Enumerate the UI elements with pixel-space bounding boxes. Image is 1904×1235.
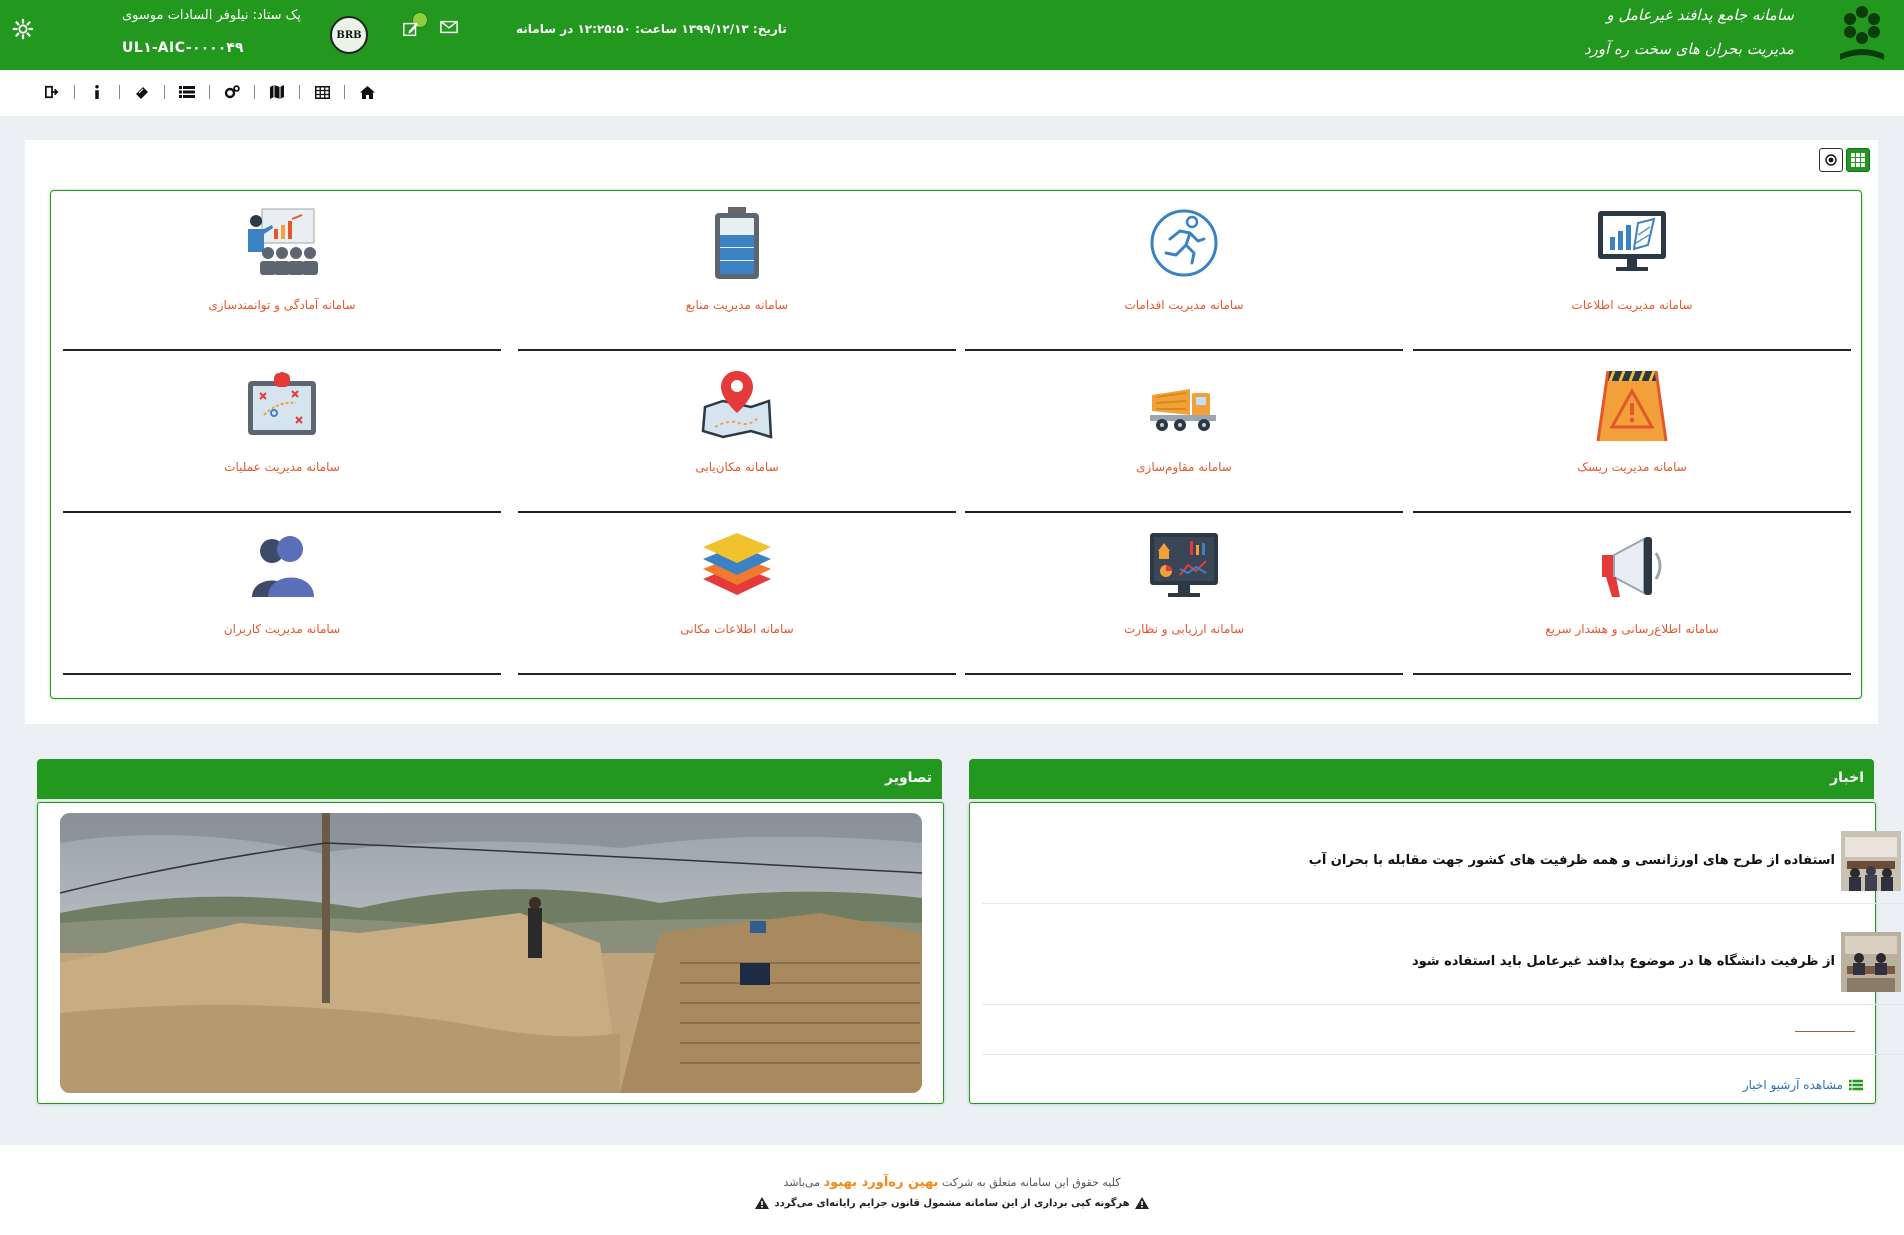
table-icon[interactable] — [314, 84, 330, 100]
news-header: اخبار — [969, 759, 1874, 799]
toolbar-divider — [254, 85, 255, 99]
news-item-title[interactable]: استفاده از طرح های اورژانسی و همه ظرفیت … — [1309, 853, 1835, 868]
system-label: سامانه اطلاعات مکانی — [680, 622, 794, 636]
news-archive-label: مشاهده آرشیو اخبار — [1742, 1078, 1843, 1092]
top-header: پک ستاد: نیلوفر السادات موسوی UL۱-AIC-۰۰… — [0, 0, 1904, 70]
footer-rights-suffix: می‌باشد — [783, 1176, 820, 1189]
footer-warning: هرگونه کپی برداری از این سامانه مشمول قا… — [0, 1197, 1904, 1209]
list-icon — [1849, 1079, 1863, 1091]
systems-grid: سامانه مدیریت اطلاعات سامانه مدیریت اقدا… — [50, 190, 1862, 699]
system-tile-resources-management[interactable]: سامانه مدیریت منابع — [518, 191, 956, 351]
systems-panel: سامانه مدیریت اطلاعات سامانه مدیریت اقدا… — [25, 140, 1878, 724]
footer-warning-text: هرگونه کپی برداری از این سامانه مشمول قا… — [774, 1198, 1130, 1209]
warning-icon — [1135, 1197, 1150, 1209]
system-tile-assessment[interactable]: سامانه ارزیابی و نظارت — [965, 515, 1403, 675]
system-label: سامانه مدیریت اطلاعات — [1571, 298, 1693, 312]
runner-icon — [1150, 209, 1218, 277]
brand-title: سامانه جامع پدافند غیرعامل و — [1606, 6, 1795, 24]
megaphone-icon — [1602, 537, 1662, 597]
footer: کلیه حقوق این سامانه متعلق به شرکت بهین … — [0, 1145, 1904, 1235]
news-item[interactable]: از ظرفیت دانشگاه ها در موضوع پدافند غیرع… — [982, 904, 1904, 1005]
system-label: سامانه مکان‌یابی — [695, 460, 779, 474]
ticket-icon[interactable] — [134, 84, 150, 100]
news-item-title[interactable]: از ظرفیت دانشگاه ها در موضوع پدافند غیرع… — [1412, 954, 1835, 969]
system-tile-preparedness[interactable]: سامانه آمادگی و توانمندسازی — [63, 191, 501, 351]
circle-view-button[interactable] — [1819, 148, 1843, 172]
battery-icon — [715, 207, 759, 279]
toolbar-divider — [344, 85, 345, 99]
toolbar-divider — [209, 85, 210, 99]
list-icon[interactable] — [179, 84, 195, 100]
news-item[interactable]: استفاده از طرح های اورژانسی و همه ظرفیت … — [982, 803, 1904, 904]
sign-out-icon[interactable] — [44, 84, 60, 100]
footer-rights-prefix: کلیه حقوق این سامانه متعلق به شرکت — [941, 1176, 1121, 1189]
system-label: سامانه مدیریت عملیات — [224, 460, 340, 474]
tactics-board-icon — [248, 372, 316, 435]
info-monitor-icon — [1598, 211, 1666, 271]
gallery-photo[interactable] — [60, 813, 922, 1093]
user-name: پک ستاد: نیلوفر السادات موسوی — [122, 8, 301, 23]
datetime: تاریخ: ۱۳۹۹/۱۲/۱۳ ساعت: ۱۲:۲۵:۵۰ در ساما… — [516, 22, 787, 36]
system-tile-early-warning[interactable]: سامانه اطلاع‌رسانی و هشدار سریع — [1413, 515, 1851, 675]
presentation-icon — [248, 208, 318, 275]
home-icon[interactable] — [359, 84, 375, 100]
brb-logo: BRB — [330, 16, 368, 54]
system-label: سامانه اطلاع‌رسانی و هشدار سریع — [1545, 622, 1719, 636]
toolbar-divider — [119, 85, 120, 99]
toolbar-divider — [164, 85, 165, 99]
news-thumbnail — [1841, 932, 1901, 992]
map-icon[interactable] — [269, 84, 285, 100]
system-label: سامانه آمادگی و توانمندسازی — [208, 298, 356, 312]
system-label: سامانه مدیریت اقدامات — [1124, 298, 1244, 312]
system-tile-users[interactable]: سامانه مدیریت کاربران — [63, 515, 501, 675]
footer-copyright: کلیه حقوق این سامانه متعلق به شرکت بهین … — [0, 1175, 1904, 1190]
map-pin-icon — [701, 371, 773, 439]
news-title: اخبار — [1830, 770, 1864, 786]
view-toggle — [1819, 148, 1870, 172]
system-label: سامانه مدیریت منابع — [685, 298, 789, 312]
user-code: UL۱-AIC-۰۰۰۰۴۹ — [122, 40, 244, 56]
tehran-municipality-logo-icon — [1840, 6, 1884, 60]
news-panel: استفاده از طرح های اورژانسی و همه ظرفیت … — [969, 802, 1904, 1104]
gear-icon[interactable] — [12, 18, 34, 40]
warning-icon — [754, 1197, 769, 1209]
system-tile-site-selection[interactable]: سامانه مکان‌یابی — [518, 353, 956, 513]
edit-icon[interactable] — [402, 20, 420, 38]
users-icon — [252, 536, 314, 597]
toolbar-divider — [74, 85, 75, 99]
system-tile-risk-management[interactable]: سامانه مدیریت ریسک — [1413, 353, 1851, 513]
cogs-icon[interactable] — [224, 84, 240, 100]
system-label: سامانه مقاوم‌سازی — [1136, 460, 1232, 474]
gallery-title: تصاویر — [885, 770, 932, 786]
system-tile-retrofitting[interactable]: سامانه مقاوم‌سازی — [965, 353, 1403, 513]
news-separator — [982, 1054, 1904, 1055]
system-tile-gis[interactable]: سامانه اطلاعات مکانی — [518, 515, 956, 675]
gallery-panel — [37, 802, 944, 1104]
footer-company[interactable]: بهین ره‌آورد بهبود — [823, 1175, 938, 1190]
gallery-header: تصاویر — [37, 759, 942, 799]
system-label: سامانه مدیریت کاربران — [223, 622, 341, 636]
brand-subtitle: مدیریت بحران های سخت ره آورد — [1583, 40, 1794, 58]
grid-view-button[interactable] — [1846, 148, 1870, 172]
warning-sign-icon — [1596, 370, 1668, 442]
news-thumbnail — [1841, 831, 1901, 891]
toolbar — [0, 70, 1904, 116]
toolbar-icons — [44, 84, 375, 100]
toolbar-divider — [299, 85, 300, 99]
system-tile-actions-management[interactable]: سامانه مدیریت اقدامات — [965, 191, 1403, 351]
layers-icon — [703, 533, 771, 595]
mixer-truck-icon — [1150, 389, 1216, 431]
system-label: سامانه مدیریت ریسک — [1577, 460, 1687, 474]
news-divider — [1795, 1031, 1855, 1032]
mail-icon[interactable] — [440, 20, 458, 34]
system-label: سامانه ارزیابی و نظارت — [1124, 622, 1244, 636]
system-tile-operations[interactable]: سامانه مدیریت عملیات — [63, 353, 501, 513]
system-tile-info-management[interactable]: سامانه مدیریت اطلاعات — [1413, 191, 1851, 351]
dashboard-monitor-icon — [1150, 533, 1218, 597]
news-archive-link[interactable]: مشاهده آرشیو اخبار — [1743, 1078, 1863, 1092]
info-icon[interactable] — [89, 84, 105, 100]
